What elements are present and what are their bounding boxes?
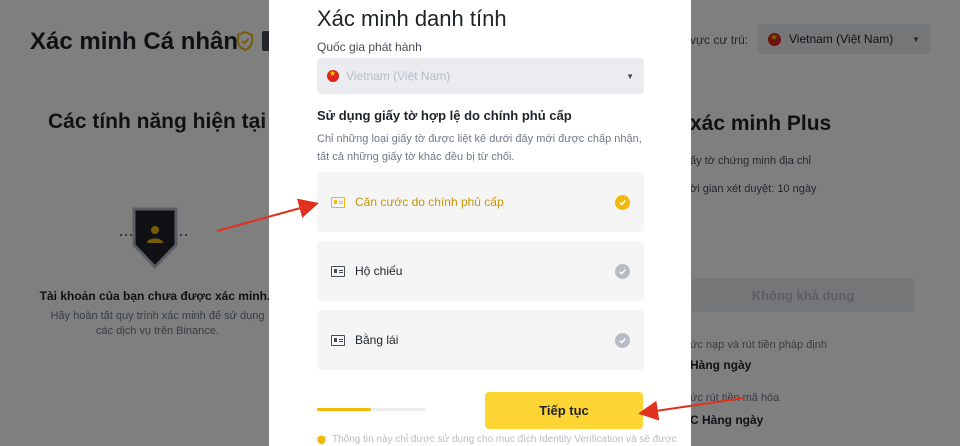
check-circle-icon <box>615 332 630 348</box>
privacy-note: Thông tin này chỉ được sử dụng cho mục đ… <box>317 434 676 445</box>
chevron-down-icon: ▼ <box>626 71 634 81</box>
document-option-label: Bằng lái <box>355 333 399 347</box>
check-circle-icon <box>615 263 630 279</box>
identity-verification-modal: Xác minh danh tính Quốc gia phát hành Vi… <box>269 0 691 446</box>
document-option-label: Căn cước do chính phủ cấp <box>355 195 504 209</box>
continue-button[interactable]: Tiếp tục <box>485 392 643 429</box>
country-select[interactable]: Vietnam (Việt Nam) ▼ <box>317 58 644 94</box>
passport-icon <box>331 265 345 277</box>
driver-license-icon <box>331 334 345 346</box>
document-option-driver-license[interactable]: Bằng lái <box>317 310 644 370</box>
modal-title: Xác minh danh tính <box>317 6 507 31</box>
document-section-description: Chỉ những loại giấy tờ được liệt kê dưới… <box>317 133 642 163</box>
privacy-note-text: Thông tin này chỉ được sử dụng cho mục đ… <box>332 434 677 445</box>
document-option-passport[interactable]: Hộ chiếu <box>317 241 644 301</box>
step-progress-bar <box>317 408 425 411</box>
document-option-id-card[interactable]: Căn cước do chính phủ cấp <box>317 172 644 232</box>
vietnam-flag-icon <box>327 69 339 82</box>
document-option-label: Hộ chiếu <box>355 264 403 278</box>
document-section-heading: Sử dụng giấy tờ hợp lệ do chính phủ cấp <box>317 108 572 123</box>
id-card-icon <box>331 196 345 208</box>
shield-icon <box>317 435 326 444</box>
check-circle-icon <box>615 194 630 210</box>
country-value: Vietnam (Việt Nam) <box>346 69 451 83</box>
step-progress-fill <box>317 408 371 411</box>
country-label: Quốc gia phát hành <box>317 40 422 54</box>
